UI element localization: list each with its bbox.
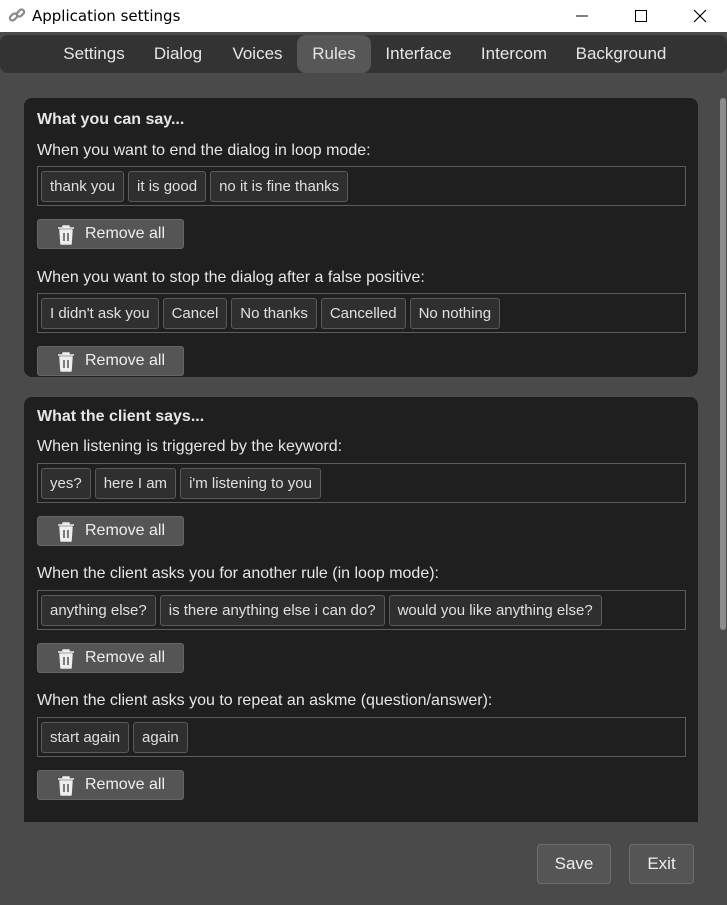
rule-label: When you want to stop the dialog after a… xyxy=(37,269,425,286)
trash-icon xyxy=(58,776,74,796)
chip-list[interactable]: yes? here I am i'm listening to you xyxy=(37,463,686,503)
remove-all-label: Remove all xyxy=(85,225,166,242)
remove-all-button[interactable]: Remove all xyxy=(37,219,184,249)
close-icon xyxy=(693,9,707,23)
chip[interactable]: thank you xyxy=(41,170,125,202)
remove-all-button[interactable]: Remove all xyxy=(37,770,184,800)
vertical-scrollbar[interactable] xyxy=(720,98,726,630)
remove-all-label: Remove all xyxy=(85,352,166,369)
remove-all-label: Remove all xyxy=(85,522,166,539)
rule-label: When the client asks you to repeat an as… xyxy=(37,692,493,709)
trash-icon xyxy=(58,352,74,372)
chip[interactable]: no it is fine thanks xyxy=(210,170,349,202)
chip-list[interactable]: anything else? is there anything else i … xyxy=(37,590,686,630)
chip[interactable]: yes? xyxy=(41,467,91,499)
rules-scroll-area[interactable]: What you can say... When you want to end… xyxy=(24,95,698,822)
remove-all-label: Remove all xyxy=(85,649,166,666)
chip[interactable]: No thanks xyxy=(231,297,317,329)
minimize-icon xyxy=(576,15,588,17)
tab-interface[interactable]: Interface xyxy=(375,35,462,73)
chip[interactable]: No nothing xyxy=(409,297,501,329)
section-title: What the client says... xyxy=(37,408,205,425)
chip[interactable]: would you like anything else? xyxy=(388,594,602,626)
tab-dialog[interactable]: Dialog xyxy=(142,35,214,73)
tab-background[interactable]: Background xyxy=(566,35,676,73)
app-link-icon xyxy=(8,8,26,22)
minimize-button[interactable] xyxy=(553,0,611,32)
remove-all-button[interactable]: Remove all xyxy=(37,346,184,376)
chip[interactable]: is there anything else i can do? xyxy=(159,594,385,626)
close-button[interactable] xyxy=(671,0,727,32)
chip[interactable]: Cancel xyxy=(162,297,228,329)
trash-icon xyxy=(58,225,74,245)
trash-icon xyxy=(58,649,74,669)
tab-rules[interactable]: Rules xyxy=(297,35,371,73)
trash-icon xyxy=(58,522,74,542)
tab-voices[interactable]: Voices xyxy=(220,35,295,73)
chip-list[interactable]: I didn't ask you Cancel No thanks Cancel… xyxy=(37,293,686,333)
maximize-icon xyxy=(635,10,647,22)
maximize-button[interactable] xyxy=(612,0,670,32)
remove-all-button[interactable]: Remove all xyxy=(37,643,184,673)
chip[interactable]: start again xyxy=(41,721,130,753)
remove-all-button[interactable]: Remove all xyxy=(37,516,184,546)
remove-all-label: Remove all xyxy=(85,776,166,793)
chip[interactable]: it is good xyxy=(128,170,207,202)
section-what-you-can-say: What you can say... When you want to end… xyxy=(24,98,698,377)
window-title: Application settings xyxy=(32,7,181,25)
chip[interactable]: again xyxy=(133,721,188,753)
chip[interactable]: anything else? xyxy=(41,594,156,626)
tab-settings[interactable]: Settings xyxy=(51,35,137,73)
rule-label: When you want to end the dialog in loop … xyxy=(37,142,371,159)
chip[interactable]: I didn't ask you xyxy=(41,297,159,329)
chip-list[interactable]: thank you it is good no it is fine thank… xyxy=(37,166,686,206)
exit-button[interactable]: Exit xyxy=(629,844,694,884)
save-button[interactable]: Save xyxy=(537,844,611,884)
chip[interactable]: i'm listening to you xyxy=(180,467,321,499)
section-title: What you can say... xyxy=(37,111,185,128)
rule-label: When listening is triggered by the keywo… xyxy=(37,438,343,455)
chip[interactable]: Cancelled xyxy=(320,297,406,329)
chip-list[interactable]: start again again xyxy=(37,717,686,757)
title-bar: Application settings xyxy=(0,0,727,32)
section-what-the-client-says: What the client says... When listening i… xyxy=(24,397,698,822)
tab-intercom[interactable]: Intercom xyxy=(468,35,560,73)
chip[interactable]: here I am xyxy=(94,467,177,499)
tab-bar: Settings Dialog Voices Rules Interface I… xyxy=(0,35,727,73)
rule-label: When the client asks you for another rul… xyxy=(37,565,439,582)
